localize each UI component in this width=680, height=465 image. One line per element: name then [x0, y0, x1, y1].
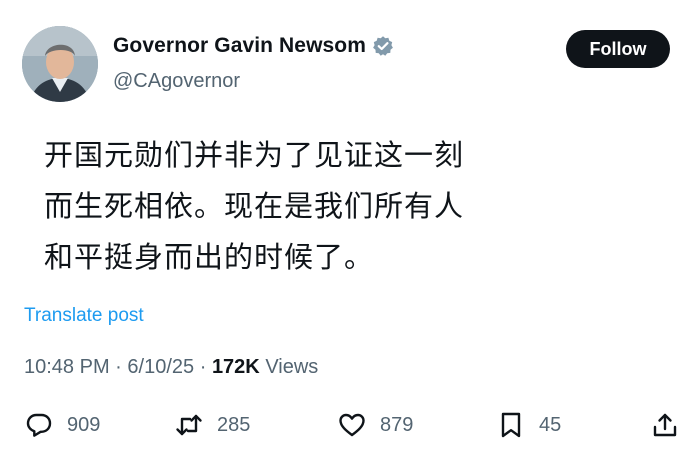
- meta-separator: ·: [199, 356, 207, 378]
- action-bar: 909 285 879 45: [24, 405, 680, 445]
- repost-count: 285: [217, 413, 251, 436]
- bookmark-button[interactable]: 45: [496, 405, 561, 445]
- views-count: 172K: [211, 356, 260, 378]
- share-icon: [650, 410, 680, 440]
- reply-button[interactable]: 909: [24, 405, 100, 445]
- verified-badge-icon[interactable]: [372, 35, 394, 57]
- tweet-meta: 10:48 PM · 6/10/25 · 172K Views: [24, 356, 318, 379]
- author-display-name[interactable]: Governor Gavin Newsom: [113, 34, 366, 58]
- bookmark-count: 45: [539, 413, 562, 436]
- heart-icon: [337, 410, 367, 440]
- share-button[interactable]: [650, 405, 680, 445]
- author-name-row: Governor Gavin Newsom: [113, 34, 394, 58]
- tweet-text-line: 而生死相依。现在是我们所有人: [44, 189, 465, 223]
- like-button[interactable]: 879: [337, 405, 413, 445]
- follow-button[interactable]: Follow: [566, 30, 670, 68]
- repost-icon: [174, 410, 204, 440]
- reply-count: 909: [67, 413, 101, 436]
- avatar[interactable]: [22, 26, 98, 102]
- translate-post-link[interactable]: Translate post: [24, 305, 144, 327]
- tweet-text: 开国元勋们并非为了见证这一刻 而生死相依。现在是我们所有人 和平挺身而出的时候了…: [44, 130, 604, 283]
- post-time[interactable]: 10:48 PM: [24, 356, 110, 378]
- tweet-text-line: 和平挺身而出的时候了。: [44, 240, 375, 274]
- tweet-text-line: 开国元勋们并非为了见证这一刻: [44, 138, 465, 172]
- meta-separator: ·: [115, 356, 122, 378]
- like-count: 879: [380, 413, 414, 436]
- repost-button[interactable]: 285: [174, 405, 250, 445]
- post-date[interactable]: 6/10/25: [127, 356, 194, 378]
- author-handle[interactable]: @CAgovernor: [113, 70, 240, 93]
- reply-icon: [24, 410, 54, 440]
- bookmark-icon: [496, 410, 526, 440]
- views-label: Views: [265, 356, 319, 378]
